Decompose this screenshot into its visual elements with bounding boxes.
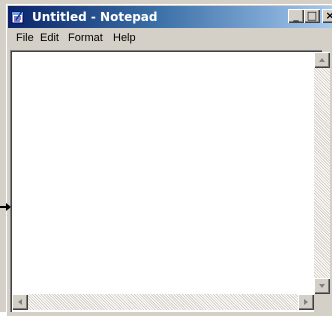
close-button[interactable]: ×: [322, 9, 332, 23]
menu-help[interactable]: Help: [113, 31, 136, 46]
pointer-arrow-head: [6, 203, 11, 211]
scroll-up-button[interactable]: [314, 52, 330, 68]
menu-bar: File Edit Format Help: [8, 29, 332, 48]
scroll-right-button[interactable]: [298, 294, 314, 310]
arrow-left-icon: [18, 299, 22, 305]
scroll-left-button[interactable]: [12, 294, 28, 310]
minimize-button[interactable]: _: [288, 9, 304, 23]
title-bar[interactable]: Untitled - Notepad _ □ ×: [8, 6, 332, 28]
arrow-up-icon: [319, 58, 325, 62]
maximize-button[interactable]: □: [304, 9, 320, 23]
minimize-icon: _: [293, 9, 299, 22]
window-title: Untitled - Notepad: [32, 10, 158, 24]
menu-format[interactable]: Format: [68, 31, 103, 46]
scroll-down-button[interactable]: [314, 278, 330, 294]
maximize-icon: □: [306, 9, 318, 22]
size-grip[interactable]: [314, 294, 332, 312]
arrow-right-icon: [304, 299, 308, 305]
text-editor[interactable]: [10, 50, 322, 312]
horizontal-scrollbar[interactable]: [12, 294, 314, 310]
menu-file[interactable]: File: [16, 31, 34, 46]
notepad-icon[interactable]: [10, 9, 26, 25]
close-icon: ×: [325, 9, 332, 22]
notepad-window: Untitled - Notepad _ □ × File Edit Forma…: [0, 0, 332, 316]
vertical-scrollbar[interactable]: [314, 52, 330, 294]
arrow-down-icon: [319, 284, 325, 288]
menu-edit[interactable]: Edit: [40, 31, 59, 46]
